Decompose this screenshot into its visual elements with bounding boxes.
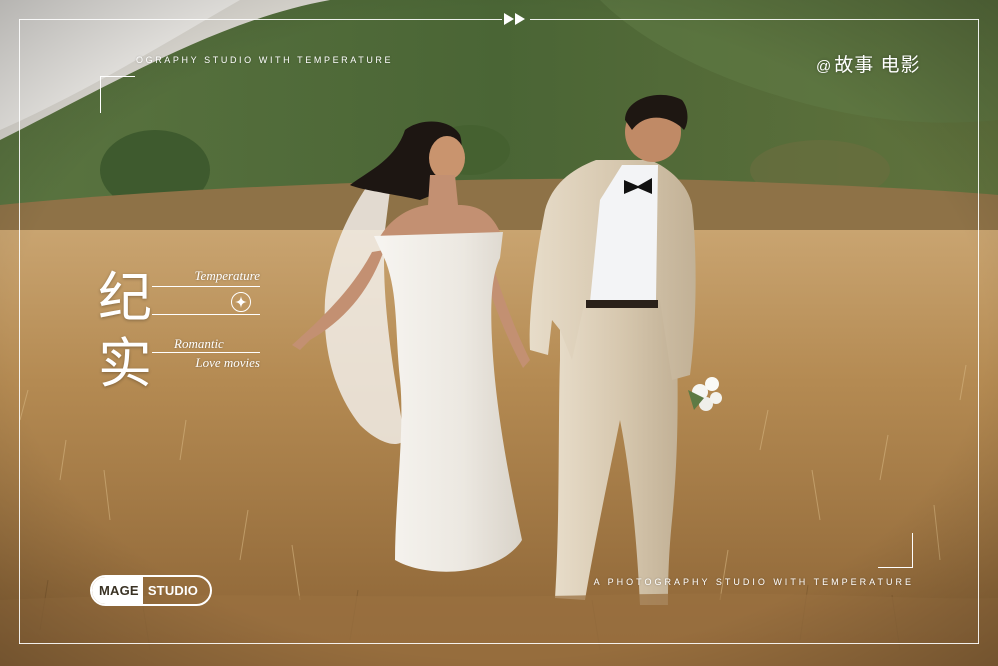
title-character-2: 实 [98,332,152,395]
divider-line [152,352,260,353]
at-symbol: @ [816,58,833,75]
logo-word-mage: MAGE [92,577,143,604]
studio-logo: MAGE STUDIO [90,575,212,606]
script-temperature: Temperature [194,268,260,283]
fast-forward-icon [504,13,525,25]
frame-border-top-left [19,19,502,20]
divider-line [152,286,260,287]
divider-line [152,314,260,315]
tagline-top: OGRAPHY STUDIO WITH TEMPERATURE [136,55,394,65]
frame-border-bottom [19,643,979,644]
script-love-movies: Love movies [195,355,260,370]
corner-bracket-top-left [100,76,135,113]
title-character-1: 纪 [98,266,152,329]
brand-handle-text: 故事 电影 [834,55,921,76]
photo-poster: OGRAPHY STUDIO WITH TEMPERATURE @ 故事 电影 纪… [0,0,998,666]
script-romantic: Romantic [174,336,224,351]
brand-handle: @ 故事 电影 [816,50,921,77]
frame-border-top-right [530,19,979,20]
corner-bracket-bottom-right [878,533,913,568]
tagline-bottom: A PHOTOGRAPHY STUDIO WITH TEMPERATURE [593,577,914,587]
four-point-star-icon [231,292,251,312]
frame-border-left [19,19,20,644]
logo-word-studio: STUDIO [147,583,199,598]
frame-border-right [978,19,979,644]
